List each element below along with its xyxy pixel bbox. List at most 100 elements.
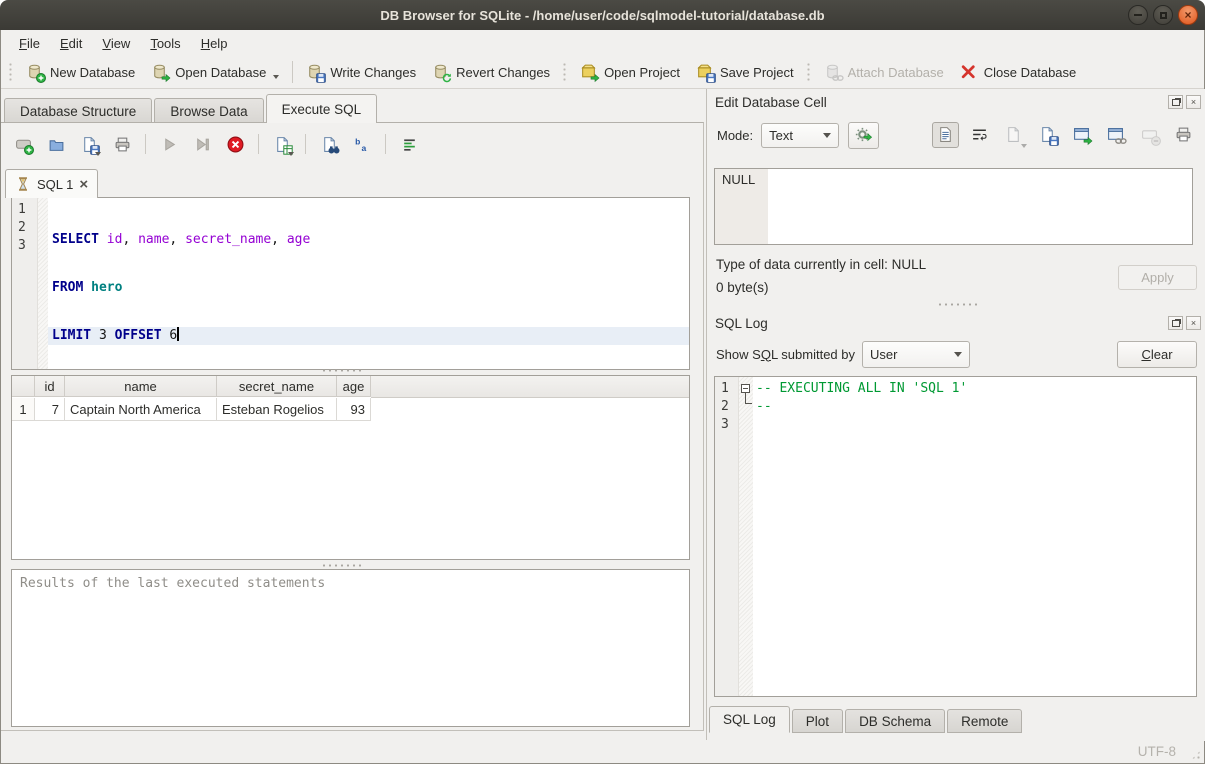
tab-database-structure[interactable]: Database Structure — [4, 98, 152, 123]
float-dock-icon — [1172, 320, 1180, 327]
save-sql-dropdown-icon[interactable] — [95, 152, 101, 156]
attach-database-icon — [824, 63, 842, 81]
find-replace-button[interactable] — [350, 132, 374, 156]
toolbar-separator — [385, 134, 386, 154]
write-changes-icon — [306, 63, 324, 81]
close-button[interactable]: × — [1178, 5, 1198, 25]
column-header-secret-name[interactable]: secret_name — [217, 376, 337, 397]
cell-age[interactable]: 93 — [337, 398, 371, 421]
results-grid[interactable]: id name secret_name age 1 7 Captain Nort… — [11, 375, 690, 560]
log-fold-margin — [739, 377, 753, 696]
toolbar-drag-handle[interactable] — [8, 62, 14, 82]
write-changes-button[interactable]: Write Changes — [298, 59, 424, 85]
code-line: SELECT id, name, secret_name, age — [48, 231, 689, 249]
open-project-button[interactable]: Open Project — [572, 59, 688, 85]
minimize-button[interactable] — [1128, 5, 1148, 25]
clear-log-button[interactable]: Clear — [1117, 341, 1197, 368]
mode-combobox[interactable]: Text — [761, 123, 839, 148]
dock-tab-remote[interactable]: Remote — [947, 709, 1022, 733]
menu-edit[interactable]: Edit — [50, 33, 92, 54]
fold-collapse-icon[interactable] — [741, 384, 750, 393]
open-database-dropdown-icon[interactable] — [273, 75, 279, 79]
open-sql-file-button[interactable] — [44, 132, 68, 156]
menu-view[interactable]: View — [92, 33, 140, 54]
cell-editor-controls: Mode: Text — [707, 120, 1205, 150]
close-database-button[interactable]: Close Database — [952, 59, 1085, 85]
dock-tab-sql-log[interactable]: SQL Log — [709, 706, 790, 733]
cell-name[interactable]: Captain North America — [65, 398, 217, 421]
sql-editor[interactable]: 1 2 3 SELECT id, name, secret_name, age … — [11, 197, 690, 370]
execute-line-icon — [194, 136, 211, 153]
tab-execute-sql[interactable]: Execute SQL — [266, 94, 378, 123]
titlebar[interactable]: DB Browser for SQLite - /home/user/code/… — [0, 0, 1205, 30]
mode-label: Mode: — [717, 128, 753, 143]
dock-tab-db-schema[interactable]: DB Schema — [845, 709, 945, 733]
log-line: -- EXECUTING ALL IN 'SQL 1' — [753, 380, 1196, 398]
app-window: DB Browser for SQLite - /home/user/code/… — [0, 0, 1205, 764]
editor-code-area[interactable]: SELECT id, name, secret_name, age FROM h… — [48, 198, 689, 369]
save-project-button[interactable]: Save Project — [688, 59, 802, 85]
edit-cell-dock-titlebar[interactable]: Edit Database Cell × — [707, 92, 1201, 112]
sql-log-view[interactable]: 1 2 3 -- EXECUTING ALL IN 'SQL 1' -- — [714, 376, 1197, 697]
main-area: Database Structure Browse Data Execute S… — [1, 89, 706, 741]
open-database-button[interactable]: Open Database — [143, 59, 287, 85]
cell-null-area: NULL — [715, 169, 768, 244]
word-wrap-button[interactable] — [966, 122, 993, 148]
sql-file-tab[interactable]: SQL 1 × — [5, 169, 98, 198]
toolbar-drag-handle[interactable] — [562, 62, 568, 82]
splitter-handle[interactable] — [321, 563, 361, 568]
import-data-icon — [1005, 126, 1023, 144]
log-filter-combobox[interactable]: User — [862, 341, 970, 368]
close-dock-button[interactable]: × — [1186, 316, 1201, 330]
maximize-button[interactable] — [1153, 5, 1173, 25]
splitter-handle[interactable] — [937, 302, 977, 307]
dock-tab-plot[interactable]: Plot — [792, 709, 843, 733]
stop-execution-button[interactable] — [223, 132, 247, 156]
column-header-name[interactable]: name — [65, 376, 217, 397]
revert-changes-icon — [432, 63, 450, 81]
close-sql-tab-icon[interactable]: × — [79, 177, 88, 192]
menu-file[interactable]: File — [9, 33, 50, 54]
text-cursor — [177, 327, 179, 341]
hourglass-icon — [15, 176, 31, 192]
float-dock-button[interactable] — [1168, 95, 1183, 109]
save-results-dropdown-icon[interactable] — [288, 152, 294, 156]
copy-link-button[interactable] — [1102, 122, 1129, 148]
print-cell-button[interactable] — [1170, 122, 1197, 148]
cell-value-editor[interactable]: NULL — [714, 168, 1193, 245]
column-header-id[interactable]: id — [35, 376, 65, 397]
close-dock-button[interactable]: × — [1186, 95, 1201, 109]
toolbar-separator — [305, 134, 306, 154]
format-sql-button[interactable] — [397, 132, 421, 156]
cell-secret-name[interactable]: Esteban Rogelios — [217, 398, 337, 421]
revert-changes-button[interactable]: Revert Changes — [424, 59, 558, 85]
save-sql-file-button[interactable] — [77, 132, 101, 156]
open-in-external-button[interactable] — [1068, 122, 1095, 148]
save-results-button[interactable] — [270, 132, 294, 156]
export-data-button[interactable] — [1034, 122, 1061, 148]
main-tab-bar: Database Structure Browse Data Execute S… — [4, 95, 379, 123]
cell-id[interactable]: 7 — [35, 398, 65, 421]
new-database-button[interactable]: New Database — [18, 59, 143, 85]
column-header-age[interactable]: age — [337, 376, 371, 397]
toolbar-separator — [258, 134, 259, 154]
float-dock-button[interactable] — [1168, 316, 1183, 330]
encoding-indicator[interactable]: UTF-8 — [1138, 744, 1176, 759]
new-sql-tab-button[interactable] — [11, 132, 35, 156]
close-database-icon — [960, 63, 978, 81]
log-line: -- — [753, 398, 1196, 416]
import-data-button — [1000, 122, 1027, 148]
menu-tools[interactable]: Tools — [140, 33, 190, 54]
auto-switch-mode-button[interactable] — [848, 122, 879, 149]
find-button[interactable] — [317, 132, 341, 156]
print-sql-button[interactable] — [110, 132, 134, 156]
splitter-handle[interactable] — [321, 368, 361, 373]
toolbar-drag-handle[interactable] — [806, 62, 812, 82]
log-text-area: -- EXECUTING ALL IN 'SQL 1' -- — [753, 377, 1196, 696]
sql-log-dock-titlebar[interactable]: SQL Log × — [707, 313, 1201, 333]
menu-help[interactable]: Help — [191, 33, 238, 54]
table-row[interactable]: 1 7 Captain North America Esteban Rogeli… — [12, 398, 689, 421]
text-mode-toggle-button[interactable] — [932, 122, 959, 148]
tab-browse-data[interactable]: Browse Data — [154, 98, 263, 123]
window-controls: × — [1128, 5, 1198, 25]
